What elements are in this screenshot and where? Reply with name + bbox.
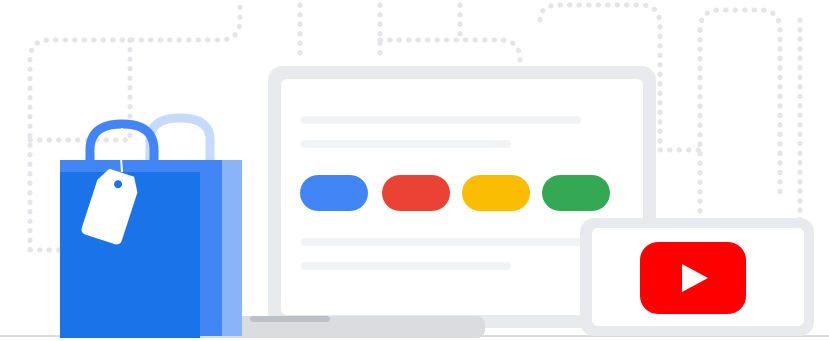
phone <box>580 218 814 336</box>
pill-red <box>382 175 450 211</box>
laptop-text-line <box>301 262 511 270</box>
pill-green <box>542 175 610 211</box>
laptop-text-line <box>301 238 591 246</box>
laptop-hinge-notch <box>250 316 330 322</box>
laptop-text-line <box>301 140 511 148</box>
pill-yellow <box>462 175 530 211</box>
pill-blue <box>300 175 368 211</box>
laptop-text-line <box>301 116 581 124</box>
shopping-ads-illustration <box>0 0 829 341</box>
shopping-bag <box>60 113 242 338</box>
tag-string <box>120 127 123 173</box>
bag-side-shade <box>200 160 222 336</box>
youtube-play-button <box>640 242 746 314</box>
bag-front-top <box>60 160 200 172</box>
illustration-artwork <box>0 66 829 338</box>
